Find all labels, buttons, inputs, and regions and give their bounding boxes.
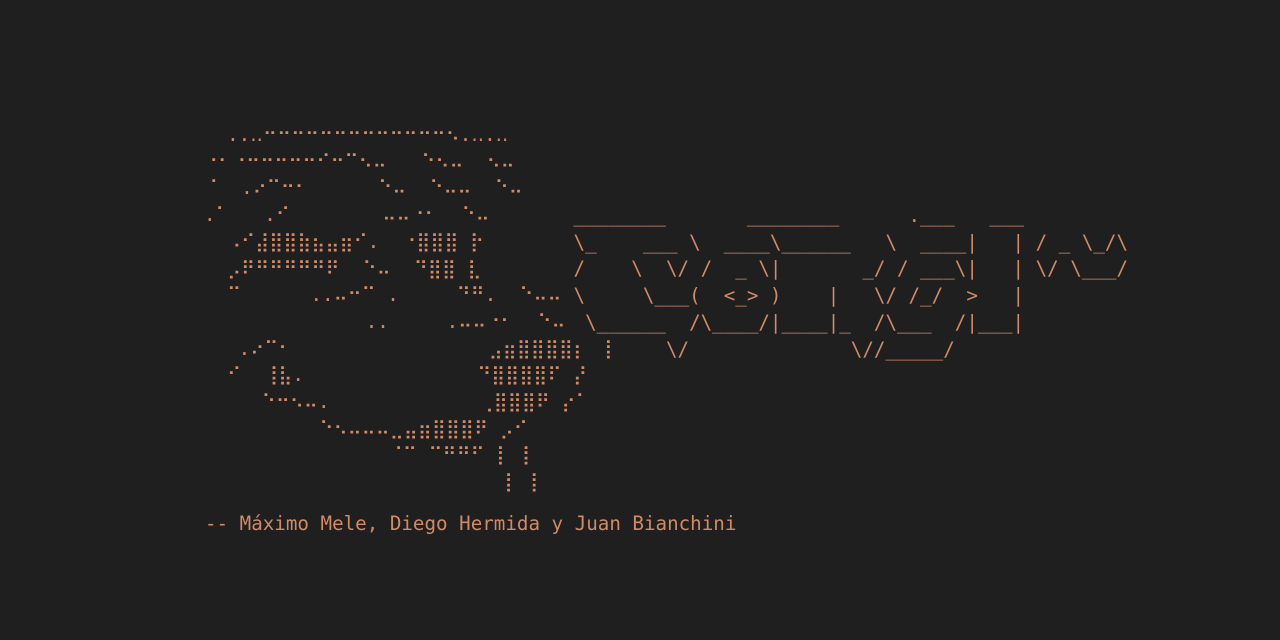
terminal-window[interactable]: ..‥⠒⠒⠒⠒⠒⠒⠒⠒⠒⠒⠒⠒⠒⠢.‥.‥ ⠐⠂⠐⠒⠒⠒⠒⠒⠊⠒⠉⠢⠤ ⠑⠢⠤ …: [0, 0, 1280, 640]
logo-ascii-art: ________ ________ .___ ___ \_ ___ \ ____…: [573, 204, 1129, 361]
mascot-ascii-art: ..‥⠒⠒⠒⠒⠒⠒⠒⠒⠒⠒⠒⠒⠒⠢.‥.‥ ⠐⠂⠐⠒⠒⠒⠒⠒⠊⠒⠉⠢⠤ ⠑⠢⠤ …: [204, 123, 613, 494]
credit-line: -- Máximo Mele, Diego Hermida y Juan Bia…: [205, 512, 737, 535]
